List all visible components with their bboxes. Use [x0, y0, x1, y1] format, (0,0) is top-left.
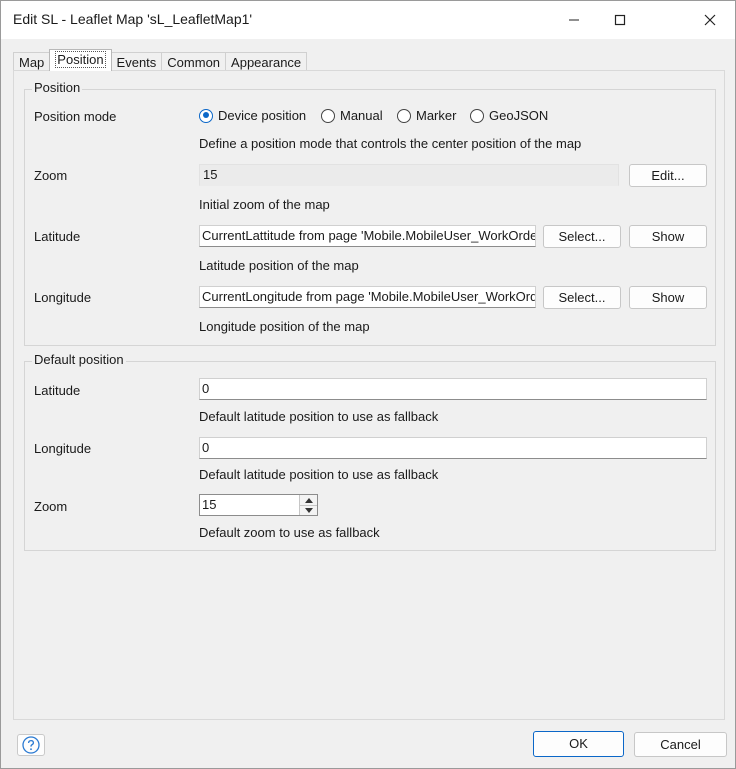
tab-common[interactable]: Common: [161, 52, 227, 71]
radio-device-position[interactable]: Device position: [199, 108, 306, 123]
default-zoom-label: Zoom: [34, 499, 68, 514]
default-latitude-input[interactable]: 0: [199, 378, 707, 400]
chevron-down-icon: [304, 507, 313, 513]
zoom-edit-button[interactable]: Edit...: [629, 164, 707, 187]
minimize-button[interactable]: [551, 1, 597, 39]
longitude-label: Longitude: [34, 290, 92, 305]
default-position-group-title: Default position: [32, 352, 126, 367]
latitude-hint: Latitude position of the map: [199, 258, 359, 273]
radio-label: Manual: [340, 108, 383, 123]
ok-button[interactable]: OK: [533, 731, 624, 757]
radio-unselected-icon: [397, 108, 411, 123]
tab-position[interactable]: Position: [49, 49, 112, 71]
longitude-field[interactable]: CurrentLongitude from page 'Mobile.Mobil…: [199, 286, 536, 308]
close-icon: [704, 14, 716, 26]
maximize-icon: [614, 14, 626, 26]
close-button[interactable]: [687, 1, 733, 39]
zoom-field[interactable]: 15: [199, 164, 619, 186]
latitude-field[interactable]: CurrentLattitude from page 'Mobile.Mobil…: [199, 225, 536, 247]
tab-appearance[interactable]: Appearance: [225, 52, 308, 71]
tab-strip: Map Position Events Common Appearance: [13, 49, 308, 71]
dialog-window: Edit SL - Leaflet Map 'sL_LeafletMap1' M…: [0, 0, 736, 769]
radio-manual[interactable]: Manual: [321, 108, 383, 123]
latitude-label: Latitude: [34, 229, 81, 244]
default-longitude-hint: Default latitude position to use as fall…: [199, 467, 439, 482]
stepper-arrows: [299, 495, 317, 515]
window-title: Edit SL - Leaflet Map 'sL_LeafletMap1': [13, 11, 253, 27]
help-icon: [22, 736, 40, 754]
radio-marker[interactable]: Marker: [397, 108, 456, 123]
tab-panel: Position Position mode Device position M…: [13, 70, 725, 720]
maximize-button[interactable]: [597, 1, 643, 39]
default-longitude-input[interactable]: 0: [199, 437, 707, 459]
help-button[interactable]: [17, 734, 45, 756]
zoom-hint: Initial zoom of the map: [199, 197, 330, 212]
radio-label: Marker: [416, 108, 457, 123]
default-latitude-label: Latitude: [34, 383, 81, 398]
longitude-hint: Longitude position of the map: [199, 319, 370, 334]
default-zoom-value: 15: [202, 497, 217, 512]
radio-geojson[interactable]: GeoJSON: [470, 108, 548, 123]
position-group-title: Position: [32, 80, 83, 95]
default-latitude-hint: Default latitude position to use as fall…: [199, 409, 439, 424]
radio-label: GeoJSON: [489, 108, 549, 123]
title-bar: Edit SL - Leaflet Map 'sL_LeafletMap1': [1, 1, 735, 39]
longitude-show-button[interactable]: Show: [629, 286, 707, 309]
position-mode-label: Position mode: [34, 109, 117, 124]
tab-events[interactable]: Events: [110, 52, 163, 71]
position-mode-hint: Define a position mode that controls the…: [199, 136, 582, 151]
default-zoom-hint: Default zoom to use as fallback: [199, 525, 380, 540]
default-longitude-label: Longitude: [34, 441, 92, 456]
tab-position-label: Position: [55, 51, 106, 68]
radio-label: Device position: [218, 108, 307, 123]
minimize-icon: [569, 19, 579, 21]
cancel-button[interactable]: Cancel: [634, 732, 727, 757]
radio-selected-icon: [199, 108, 213, 123]
radio-unselected-icon: [321, 108, 335, 123]
zoom-label: Zoom: [34, 168, 68, 183]
longitude-select-button[interactable]: Select...: [543, 286, 621, 309]
latitude-show-button[interactable]: Show: [629, 225, 707, 248]
tab-map[interactable]: Map: [13, 52, 51, 71]
latitude-select-button[interactable]: Select...: [543, 225, 621, 248]
radio-unselected-icon: [470, 108, 484, 123]
chevron-up-icon: [304, 497, 313, 503]
default-zoom-stepper[interactable]: 15: [199, 494, 318, 516]
stepper-down-button[interactable]: [300, 505, 317, 515]
